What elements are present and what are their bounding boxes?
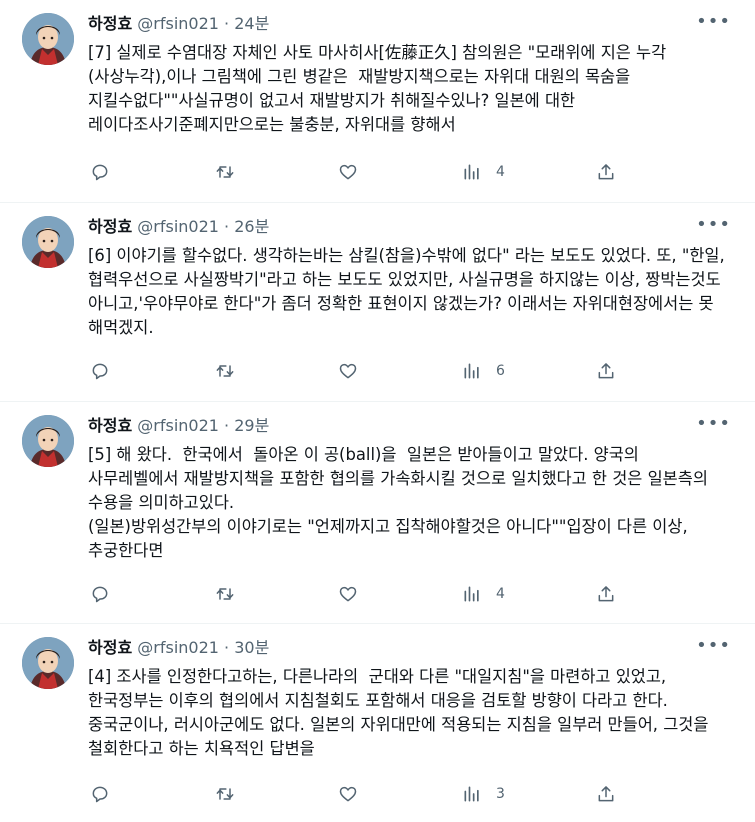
retweet-button[interactable]	[215, 582, 235, 606]
like-icon	[339, 164, 357, 180]
views-count: 6	[496, 363, 505, 379]
user-handle[interactable]: @rfsin021	[137, 416, 219, 435]
views-icon	[464, 586, 479, 602]
timestamp[interactable]: 30분	[234, 638, 269, 657]
like-icon	[339, 786, 357, 802]
views-count: 4	[496, 586, 505, 602]
like-icon	[339, 363, 357, 379]
tweet[interactable]: 하정효 @rfsin021 · 26분 ••• [6] 이야기를 할수없다. 생…	[0, 203, 755, 402]
user-name[interactable]: 하정효	[88, 416, 132, 435]
tweet[interactable]: 하정효 @rfsin021 · 30분 ••• [4] 조사를 인정한다고하는,…	[0, 624, 755, 822]
tweet-text: [6] 이야기를 할수없다. 생각하는바는 삼킬(참을)수밖에 없다" 라는 보…	[88, 246, 730, 337]
timestamp[interactable]: 24분	[234, 14, 269, 33]
tweet-text: [7] 실제로 수염대장 자체인 사토 마사히사[佐藤正久] 참의원은 "모래위…	[88, 43, 667, 134]
avatar[interactable]	[22, 415, 74, 467]
reply-icon	[92, 586, 108, 603]
reply-button[interactable]	[90, 359, 110, 383]
separator: ·	[224, 416, 230, 435]
avatar[interactable]	[22, 216, 74, 268]
tweet-header: 하정효 @rfsin021 · 29분	[88, 416, 269, 436]
more-dots-icon[interactable]: •••	[696, 12, 731, 32]
views-count: 4	[496, 164, 505, 180]
like-button[interactable]	[338, 359, 358, 383]
share-icon	[598, 363, 614, 379]
user-name[interactable]: 하정효	[88, 217, 132, 236]
retweet-icon	[216, 788, 234, 800]
views-icon	[464, 363, 479, 379]
tweet-actions: 4	[88, 160, 628, 184]
more-dots-icon[interactable]: •••	[696, 414, 731, 434]
avatar[interactable]	[22, 637, 74, 689]
views-button[interactable]: 4	[462, 582, 505, 606]
views-icon	[464, 164, 479, 180]
tweet-actions: 3	[88, 782, 628, 806]
retweet-button[interactable]	[215, 160, 235, 184]
timestamp[interactable]: 26분	[234, 217, 269, 236]
tweet-header: 하정효 @rfsin021 · 30분	[88, 638, 269, 658]
user-name[interactable]: 하정효	[88, 14, 132, 33]
share-button[interactable]	[596, 582, 616, 606]
views-button[interactable]: 4	[462, 160, 505, 184]
views-button[interactable]: 6	[462, 359, 505, 383]
tweet-actions: 6	[88, 359, 628, 383]
user-handle[interactable]: @rfsin021	[137, 217, 219, 236]
more-dots-icon[interactable]: •••	[696, 636, 731, 656]
tweet-header: 하정효 @rfsin021 · 26분	[88, 217, 269, 237]
share-button[interactable]	[596, 782, 616, 806]
avatar[interactable]	[22, 13, 74, 65]
tweet-actions: 4	[88, 582, 628, 606]
retweet-button[interactable]	[215, 782, 235, 806]
share-icon	[598, 786, 614, 802]
user-name[interactable]: 하정효	[88, 638, 132, 657]
views-count: 3	[496, 786, 505, 802]
user-handle[interactable]: @rfsin021	[137, 14, 219, 33]
reply-button[interactable]	[90, 160, 110, 184]
like-button[interactable]	[338, 782, 358, 806]
like-button[interactable]	[338, 160, 358, 184]
user-handle[interactable]: @rfsin021	[137, 638, 219, 657]
tweet-text: [5] 해 왔다. 한국에서 돌아온 이 공(ball)을 일본은 받아들이고 …	[88, 445, 708, 560]
tweet-header: 하정효 @rfsin021 · 24분	[88, 14, 269, 34]
tweet[interactable]: 하정효 @rfsin021 · 29분 ••• [5] 해 왔다. 한국에서 돌…	[0, 402, 755, 624]
tweet-text: [4] 조사를 인정한다고하는, 다른나라의 군대와 다른 "대일지침"을 마련…	[88, 667, 714, 758]
more-dots-icon[interactable]: •••	[696, 215, 731, 235]
tweet[interactable]: 하정효 @rfsin021 · 24분 ••• [7] 실제로 수염대장 자체인…	[0, 0, 755, 203]
separator: ·	[224, 217, 230, 236]
reply-icon	[92, 164, 108, 181]
retweet-button[interactable]	[215, 359, 235, 383]
views-button[interactable]: 3	[462, 782, 505, 806]
share-button[interactable]	[596, 359, 616, 383]
share-button[interactable]	[596, 160, 616, 184]
separator: ·	[224, 14, 230, 33]
share-icon	[598, 164, 614, 180]
timestamp[interactable]: 29분	[234, 416, 269, 435]
retweet-icon	[216, 588, 234, 600]
reply-icon	[92, 786, 108, 803]
retweet-icon	[216, 166, 234, 178]
like-icon	[339, 586, 357, 602]
reply-icon	[92, 363, 108, 380]
like-button[interactable]	[338, 582, 358, 606]
reply-button[interactable]	[90, 782, 110, 806]
share-icon	[598, 586, 614, 602]
retweet-icon	[216, 365, 234, 377]
separator: ·	[224, 638, 230, 657]
views-icon	[464, 786, 479, 802]
reply-button[interactable]	[90, 582, 110, 606]
